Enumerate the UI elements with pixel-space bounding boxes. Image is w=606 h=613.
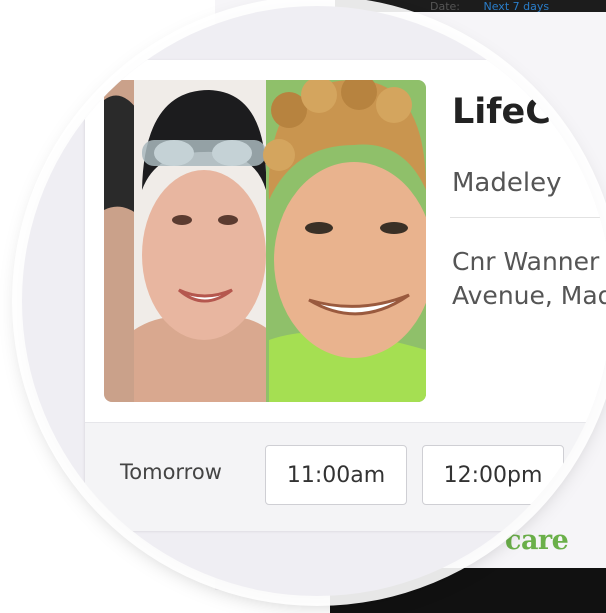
clinic-photo bbox=[104, 80, 426, 402]
clinic-address: Cnr Wanner Avenue, Mad bbox=[452, 245, 606, 313]
time-slot-button[interactable]: 12:00pm bbox=[422, 445, 564, 505]
screenshot: Date: Next 7 days care Any AM PM LifeC i… bbox=[0, 0, 606, 613]
people-photo-illustration bbox=[104, 80, 426, 402]
clinic-name[interactable]: LifeC bbox=[452, 92, 551, 132]
time-slot-button-partial[interactable] bbox=[578, 445, 606, 505]
address-line-2: Avenue, Mad bbox=[452, 281, 606, 310]
time-slot-button[interactable]: 11:00am bbox=[265, 445, 407, 505]
divider bbox=[450, 217, 606, 218]
address-line-1: Cnr Wanner bbox=[452, 247, 600, 276]
clinic-subtitle: ist ap bbox=[558, 97, 600, 115]
magnifier-lens: Any AM PM LifeC ist ap Madeley Cnr Wanne… bbox=[22, 6, 606, 596]
clinic-suburb: Madeley bbox=[452, 168, 562, 198]
availability-day: Tomorrow bbox=[120, 460, 222, 484]
